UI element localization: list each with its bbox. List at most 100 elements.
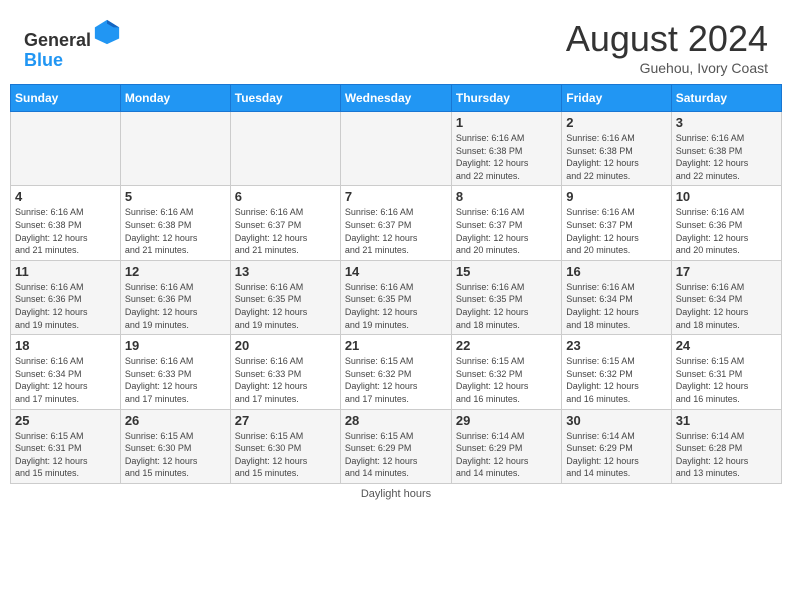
calendar-cell <box>230 112 340 186</box>
day-number: 6 <box>235 189 336 204</box>
calendar-cell: 12 Sunrise: 6:16 AM Sunset: 6:36 PM Dayli… <box>120 260 230 334</box>
week-row-2: 4Sunrise: 6:16 AM Sunset: 6:38 PM Daylig… <box>11 186 782 260</box>
day-number: 11 <box>15 264 116 279</box>
day-header-tuesday: Tuesday <box>230 85 340 112</box>
day-info: Sunrise: 6:15 AM Sunset: 6:30 PM Dayligh… <box>125 430 226 480</box>
day-number: 12 <box>125 264 226 279</box>
calendar-cell: 2 Sunrise: 6:16 AM Sunset: 6:38 PM Daylig… <box>562 112 671 186</box>
day-info: Sunrise: 6:16 AM Sunset: 6:35 PM Dayligh… <box>235 281 336 331</box>
day-number: 7 <box>345 189 447 204</box>
calendar-cell: 1Sunrise: 6:16 AM Sunset: 6:38 PM Daylig… <box>451 112 561 186</box>
day-number: 30 <box>566 413 666 428</box>
calendar-cell: 11 Sunrise: 6:16 AM Sunset: 6:36 PM Dayli… <box>11 260 121 334</box>
calendar-cell: 17Sunrise: 6:16 AM Sunset: 6:34 PM Dayli… <box>671 260 781 334</box>
day-info: Sunrise: 6:15 AM Sunset: 6:32 PM Dayligh… <box>456 355 557 405</box>
calendar-cell: 4Sunrise: 6:16 AM Sunset: 6:38 PM Daylig… <box>11 186 121 260</box>
day-number: 18 <box>15 338 116 353</box>
day-info: Sunrise: 6:15 AM Sunset: 6:29 PM Dayligh… <box>345 430 447 480</box>
calendar-wrapper: SundayMondayTuesdayWednesdayThursdayFrid… <box>0 84 792 484</box>
calendar-cell: 23Sunrise: 6:15 AM Sunset: 6:32 PM Dayli… <box>562 335 671 409</box>
day-number: 31 <box>676 413 777 428</box>
calendar-cell: 19 Sunrise: 6:16 AM Sunset: 6:33 PM Dayli… <box>120 335 230 409</box>
day-info: Sunrise: 6:16 AM Sunset: 6:35 PM Dayligh… <box>456 281 557 331</box>
day-info: Sunrise: 6:16 AM Sunset: 6:37 PM Dayligh… <box>345 206 447 256</box>
day-info: Sunrise: 6:15 AM Sunset: 6:31 PM Dayligh… <box>676 355 777 405</box>
location: Guehou, Ivory Coast <box>566 60 768 76</box>
day-number: 15 <box>456 264 557 279</box>
day-header-saturday: Saturday <box>671 85 781 112</box>
week-row-3: 11 Sunrise: 6:16 AM Sunset: 6:36 PM Dayli… <box>11 260 782 334</box>
calendar-cell: 25 Sunrise: 6:15 AM Sunset: 6:31 PM Dayli… <box>11 409 121 483</box>
day-info: Sunrise: 6:14 AM Sunset: 6:29 PM Dayligh… <box>566 430 666 480</box>
calendar-cell: 3Sunrise: 6:16 AM Sunset: 6:38 PM Daylig… <box>671 112 781 186</box>
calendar-cell: 8 Sunrise: 6:16 AM Sunset: 6:37 PM Daylig… <box>451 186 561 260</box>
day-number: 27 <box>235 413 336 428</box>
day-header-thursday: Thursday <box>451 85 561 112</box>
day-header-row: SundayMondayTuesdayWednesdayThursdayFrid… <box>11 85 782 112</box>
daylight-label: Daylight hours <box>361 488 431 500</box>
day-number: 8 <box>456 189 557 204</box>
calendar-cell: 31Sunrise: 6:14 AM Sunset: 6:28 PM Dayli… <box>671 409 781 483</box>
calendar-cell: 15 Sunrise: 6:16 AM Sunset: 6:35 PM Dayli… <box>451 260 561 334</box>
day-header-monday: Monday <box>120 85 230 112</box>
day-info: Sunrise: 6:16 AM Sunset: 6:36 PM Dayligh… <box>125 281 226 331</box>
day-number: 28 <box>345 413 447 428</box>
day-number: 5 <box>125 189 226 204</box>
week-row-5: 25 Sunrise: 6:15 AM Sunset: 6:31 PM Dayli… <box>11 409 782 483</box>
week-row-1: 1Sunrise: 6:16 AM Sunset: 6:38 PM Daylig… <box>11 112 782 186</box>
calendar-cell <box>120 112 230 186</box>
day-number: 10 <box>676 189 777 204</box>
calendar-cell: 29Sunrise: 6:14 AM Sunset: 6:29 PM Dayli… <box>451 409 561 483</box>
calendar-cell: 24 Sunrise: 6:15 AM Sunset: 6:31 PM Dayli… <box>671 335 781 409</box>
calendar-cell: 20 Sunrise: 6:16 AM Sunset: 6:33 PM Dayli… <box>230 335 340 409</box>
day-number: 29 <box>456 413 557 428</box>
header: General Blue August 2024 Guehou, Ivory C… <box>0 0 792 84</box>
day-number: 3 <box>676 115 777 130</box>
day-info: Sunrise: 6:16 AM Sunset: 6:35 PM Dayligh… <box>345 281 447 331</box>
day-number: 4 <box>15 189 116 204</box>
calendar-cell: 30 Sunrise: 6:14 AM Sunset: 6:29 PM Dayli… <box>562 409 671 483</box>
day-number: 9 <box>566 189 666 204</box>
day-number: 22 <box>456 338 557 353</box>
day-number: 25 <box>15 413 116 428</box>
day-number: 20 <box>235 338 336 353</box>
calendar-cell: 6 Sunrise: 6:16 AM Sunset: 6:37 PM Daylig… <box>230 186 340 260</box>
day-info: Sunrise: 6:16 AM Sunset: 6:34 PM Dayligh… <box>15 355 116 405</box>
calendar-cell <box>11 112 121 186</box>
day-info: Sunrise: 6:16 AM Sunset: 6:33 PM Dayligh… <box>125 355 226 405</box>
calendar-cell: 22 Sunrise: 6:15 AM Sunset: 6:32 PM Dayli… <box>451 335 561 409</box>
day-info: Sunrise: 6:16 AM Sunset: 6:38 PM Dayligh… <box>456 132 557 182</box>
month-year: August 2024 <box>566 18 768 60</box>
calendar-cell: 10 Sunrise: 6:16 AM Sunset: 6:36 PM Dayli… <box>671 186 781 260</box>
calendar-cell: 14 Sunrise: 6:16 AM Sunset: 6:35 PM Dayli… <box>340 260 451 334</box>
day-header-wednesday: Wednesday <box>340 85 451 112</box>
day-info: Sunrise: 6:15 AM Sunset: 6:31 PM Dayligh… <box>15 430 116 480</box>
calendar-cell: 27Sunrise: 6:15 AM Sunset: 6:30 PM Dayli… <box>230 409 340 483</box>
day-number: 19 <box>125 338 226 353</box>
calendar-cell: 13Sunrise: 6:16 AM Sunset: 6:35 PM Dayli… <box>230 260 340 334</box>
calendar-cell: 5Sunrise: 6:16 AM Sunset: 6:38 PM Daylig… <box>120 186 230 260</box>
calendar-cell: 26Sunrise: 6:15 AM Sunset: 6:30 PM Dayli… <box>120 409 230 483</box>
day-number: 14 <box>345 264 447 279</box>
calendar-cell: 18 Sunrise: 6:16 AM Sunset: 6:34 PM Dayli… <box>11 335 121 409</box>
calendar-cell: 16Sunrise: 6:16 AM Sunset: 6:34 PM Dayli… <box>562 260 671 334</box>
day-info: Sunrise: 6:16 AM Sunset: 6:37 PM Dayligh… <box>566 206 666 256</box>
week-row-4: 18 Sunrise: 6:16 AM Sunset: 6:34 PM Dayli… <box>11 335 782 409</box>
day-number: 2 <box>566 115 666 130</box>
day-info: Sunrise: 6:16 AM Sunset: 6:36 PM Dayligh… <box>676 206 777 256</box>
logo-general-text: General <box>24 30 91 50</box>
calendar-cell <box>340 112 451 186</box>
day-info: Sunrise: 6:16 AM Sunset: 6:34 PM Dayligh… <box>676 281 777 331</box>
day-info: Sunrise: 6:16 AM Sunset: 6:36 PM Dayligh… <box>15 281 116 331</box>
day-info: Sunrise: 6:16 AM Sunset: 6:33 PM Dayligh… <box>235 355 336 405</box>
day-number: 24 <box>676 338 777 353</box>
day-info: Sunrise: 6:16 AM Sunset: 6:37 PM Dayligh… <box>235 206 336 256</box>
calendar-cell: 28 Sunrise: 6:15 AM Sunset: 6:29 PM Dayli… <box>340 409 451 483</box>
calendar-cell: 7 Sunrise: 6:16 AM Sunset: 6:37 PM Daylig… <box>340 186 451 260</box>
day-info: Sunrise: 6:16 AM Sunset: 6:38 PM Dayligh… <box>566 132 666 182</box>
logo-icon <box>93 18 121 46</box>
calendar-cell: 9 Sunrise: 6:16 AM Sunset: 6:37 PM Daylig… <box>562 186 671 260</box>
calendar-cell: 21Sunrise: 6:15 AM Sunset: 6:32 PM Dayli… <box>340 335 451 409</box>
logo: General Blue <box>24 18 121 71</box>
day-info: Sunrise: 6:16 AM Sunset: 6:37 PM Dayligh… <box>456 206 557 256</box>
